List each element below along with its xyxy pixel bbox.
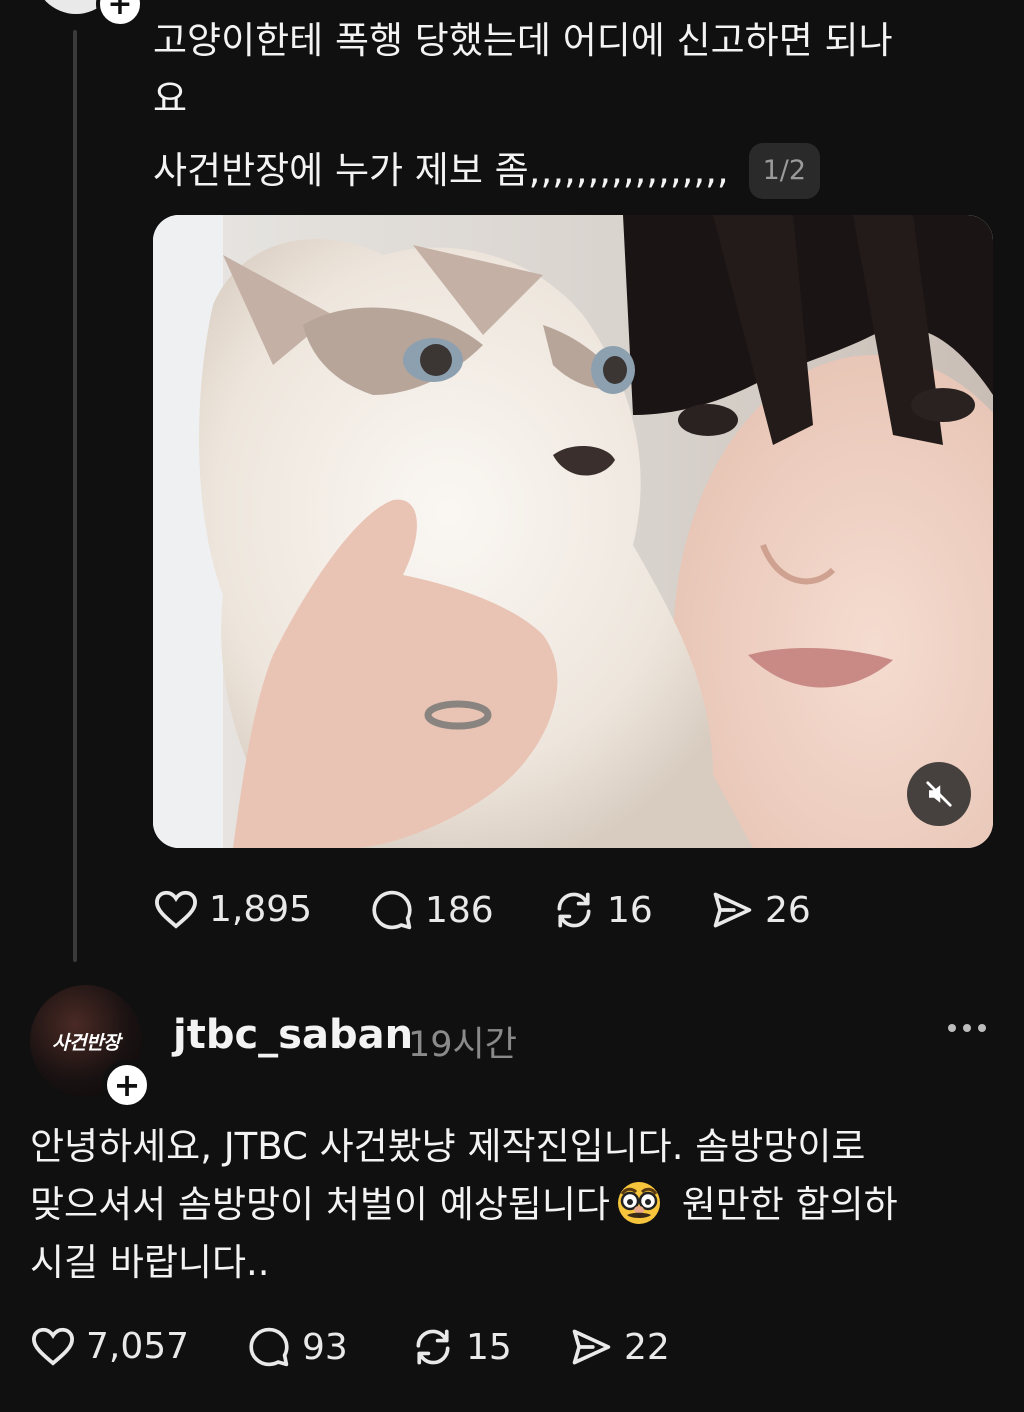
post2-share-count: 22 xyxy=(624,1326,670,1368)
post2-text-line-1: 안녕하세요, JTBC 사건봤냥 제작진입니다. 솜방망이로 xyxy=(30,1125,866,1168)
post2-username[interactable]: jtbc_saban xyxy=(173,1012,413,1058)
post2-text-line-2-wrap: 맞으셔서 솜방망이 처벌이 예상됩니다 원만한 합의하 xyxy=(30,1176,1000,1234)
mute-toggle-button[interactable] xyxy=(907,762,971,826)
post2-follow-button[interactable]: + xyxy=(102,1060,152,1110)
post1-text-line-3-wrap: 사건반장에 누가 제보 좀,,,,,,,,,,,,,,,,, 1/2 xyxy=(153,142,983,200)
post2-like-count: 7,057 xyxy=(86,1325,190,1367)
heart-icon xyxy=(154,890,198,929)
repost-icon xyxy=(416,1329,450,1365)
plus-icon: + xyxy=(107,0,133,22)
disguise-face-emoji xyxy=(617,1181,660,1224)
share-icon xyxy=(572,1329,611,1365)
post1-text-line-1: 고양이한테 폭행 당했는데 어디에 신고하면 되나 xyxy=(153,19,893,62)
post2-like-button[interactable]: 7,057 xyxy=(30,1325,189,1367)
post1-comment-button[interactable]: 186 xyxy=(369,888,494,932)
comment-icon xyxy=(372,890,412,930)
post1-repost-count: 16 xyxy=(607,889,653,931)
post1-action-bar: 1,895 186 16 26 xyxy=(153,888,853,932)
video-frame-cat-and-person xyxy=(153,215,993,848)
post2-repost-button[interactable]: 15 xyxy=(410,1325,512,1369)
post1-comment-count: 186 xyxy=(425,889,494,931)
post1-share-button[interactable]: 26 xyxy=(709,888,811,932)
more-options-icon[interactable] xyxy=(948,1024,986,1032)
post2-repost-count: 15 xyxy=(466,1326,512,1368)
threads-feed: + 고양이한테 폭행 당했는데 어디에 신고하면 되나 요 사건반장에 누가 제… xyxy=(0,0,1024,1412)
volume-muted-icon xyxy=(926,781,952,807)
post2-body: 안녕하세요, JTBC 사건봤냥 제작진입니다. 솜방망이로 맞으셔서 솜방망이… xyxy=(30,1118,1000,1292)
post2-text-line-2b: 원만한 합의하 xyxy=(669,1183,898,1226)
avatar-logo-text: 사건반장 xyxy=(52,1031,120,1054)
post1-video[interactable] xyxy=(153,215,993,848)
post2-share-button[interactable]: 22 xyxy=(568,1325,670,1369)
thread-connector-line xyxy=(73,30,77,962)
post2-text-line-3: 시길 바랍니다.. xyxy=(30,1241,270,1284)
post1-body: 고양이한테 폭행 당했는데 어디에 신고하면 되나 요 사건반장에 누가 제보 … xyxy=(153,12,983,200)
post1-follow-button[interactable]: + xyxy=(96,0,144,28)
repost-icon xyxy=(557,892,591,928)
post1-repost-button[interactable]: 16 xyxy=(551,888,653,932)
post2-text-line-2a: 맞으셔서 솜방망이 처벌이 예상됩니다 xyxy=(30,1183,610,1226)
comment-icon xyxy=(249,1327,289,1367)
post2-timestamp: 19시간 xyxy=(408,1025,517,1065)
post1-like-count: 1,895 xyxy=(209,888,313,930)
post1-text-line-3: 사건반장에 누가 제보 좀,,,,,,,,,,,,,,,,, xyxy=(153,149,729,192)
heart-icon xyxy=(31,1327,75,1366)
post1-share-count: 26 xyxy=(765,889,811,931)
post1-text-line-2: 요 xyxy=(153,77,188,120)
plus-icon: + xyxy=(113,1066,141,1104)
post1-like-button[interactable]: 1,895 xyxy=(153,888,312,930)
post2-action-bar: 7,057 93 15 22 xyxy=(30,1325,730,1369)
post2-comment-count: 93 xyxy=(302,1326,348,1368)
post2-comment-button[interactable]: 93 xyxy=(246,1325,348,1369)
media-page-badge: 1/2 xyxy=(748,143,821,199)
share-icon xyxy=(713,892,752,928)
